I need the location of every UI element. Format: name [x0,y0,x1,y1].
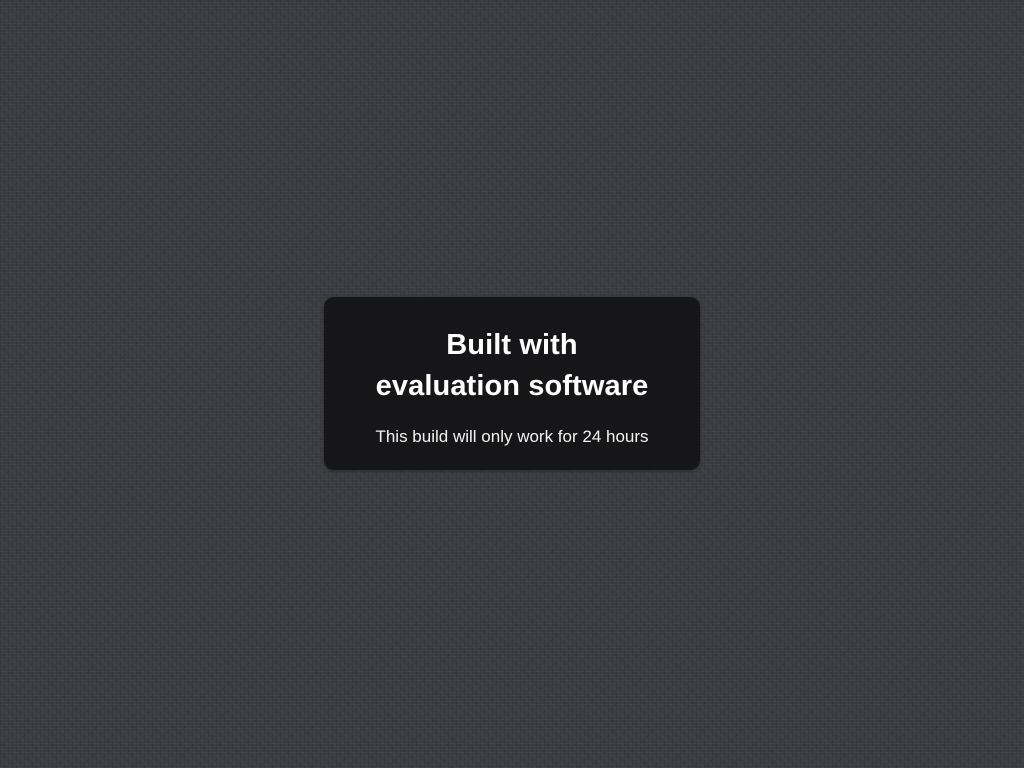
evaluation-notice-dialog: Built with evaluation software This buil… [324,297,700,470]
dialog-title: Built with evaluation software [324,297,700,407]
dialog-title-line-1: Built with [446,329,578,361]
dialog-title-line-2: evaluation software [375,370,649,402]
dialog-subtitle: This build will only work for 24 hours [375,427,649,446]
